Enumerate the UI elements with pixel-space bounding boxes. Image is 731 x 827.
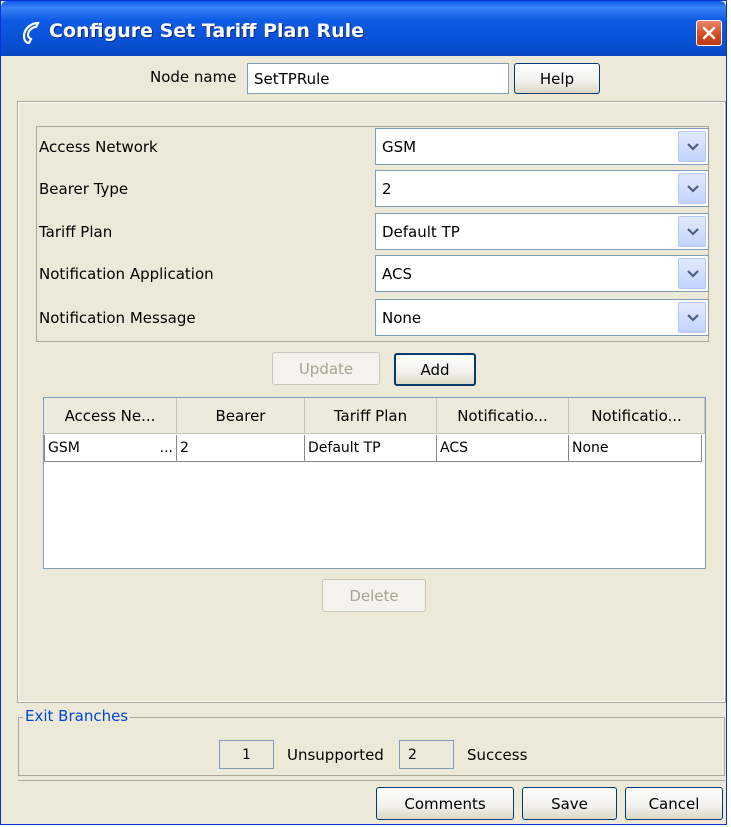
table-cell-notification-message: None bbox=[569, 435, 702, 462]
notification-message-select[interactable]: None bbox=[375, 299, 709, 336]
node-name-value: SetTPRule bbox=[254, 69, 330, 88]
exit-branches-legend: Exit Branches bbox=[23, 707, 131, 725]
column-header-bearer[interactable]: Bearer bbox=[177, 398, 305, 434]
update-button[interactable]: Update bbox=[272, 352, 380, 385]
table-cell-access-network: GSM ... bbox=[44, 435, 177, 462]
chevron-down-icon[interactable] bbox=[678, 302, 706, 333]
bearer-type-select[interactable]: 2 bbox=[375, 170, 709, 207]
window-title: Configure Set Tariff Plan Rule bbox=[49, 20, 365, 42]
bearer-type-value: 2 bbox=[382, 180, 392, 198]
chevron-down-icon[interactable] bbox=[678, 173, 706, 204]
branch-number-success: 2 bbox=[399, 740, 454, 769]
dialog-window: Configure Set Tariff Plan Rule Node name… bbox=[0, 0, 727, 825]
branch-number-unsupported: 1 bbox=[219, 740, 274, 769]
tariff-plan-value: Default TP bbox=[382, 223, 460, 241]
footer-divider bbox=[18, 780, 725, 781]
column-header-access-network[interactable]: Access Ne... bbox=[44, 398, 177, 434]
chevron-down-icon[interactable] bbox=[678, 216, 706, 247]
node-name-input[interactable]: SetTPRule bbox=[247, 63, 509, 94]
table-cell-bearer: 2 bbox=[177, 435, 305, 462]
table-cell-notification-application: ACS bbox=[437, 435, 569, 462]
tariff-plan-select[interactable]: Default TP bbox=[375, 213, 709, 250]
table-cell-tariff-plan: Default TP bbox=[305, 435, 437, 462]
tariff-plan-label: Tariff Plan bbox=[39, 223, 113, 241]
notification-message-value: None bbox=[382, 309, 422, 327]
save-button[interactable]: Save bbox=[522, 787, 617, 820]
column-header-notification-application[interactable]: Notificatio... bbox=[437, 398, 569, 434]
comments-button[interactable]: Comments bbox=[376, 787, 514, 820]
title-bar[interactable]: Configure Set Tariff Plan Rule bbox=[1, 1, 726, 56]
phone-handset-icon bbox=[21, 21, 43, 45]
cancel-button[interactable]: Cancel bbox=[625, 787, 723, 820]
close-icon bbox=[702, 26, 716, 40]
access-network-select[interactable]: GSM bbox=[375, 128, 709, 165]
branch-label-success: Success bbox=[467, 746, 528, 764]
delete-button[interactable]: Delete bbox=[322, 579, 426, 612]
notification-application-select[interactable]: ACS bbox=[375, 255, 709, 292]
bearer-type-label: Bearer Type bbox=[39, 180, 129, 198]
column-header-notification-message[interactable]: Notificatio... bbox=[569, 398, 705, 434]
chevron-down-icon[interactable] bbox=[678, 131, 706, 162]
notification-message-label: Notification Message bbox=[39, 309, 196, 327]
access-network-value: GSM bbox=[382, 138, 417, 156]
column-header-tariff-plan[interactable]: Tariff Plan bbox=[305, 398, 437, 434]
node-name-label: Node name bbox=[150, 68, 237, 86]
notification-application-value: ACS bbox=[382, 265, 412, 283]
chevron-down-icon[interactable] bbox=[678, 258, 706, 289]
close-button[interactable] bbox=[696, 20, 722, 46]
branch-label-unsupported: Unsupported bbox=[287, 746, 384, 764]
access-network-label: Access Network bbox=[39, 138, 158, 156]
rules-table[interactable]: Access Ne... Bearer Tariff Plan Notifica… bbox=[43, 397, 706, 569]
help-button[interactable]: Help bbox=[514, 63, 600, 94]
notification-application-label: Notification Application bbox=[39, 265, 214, 283]
add-button[interactable]: Add bbox=[394, 353, 476, 386]
